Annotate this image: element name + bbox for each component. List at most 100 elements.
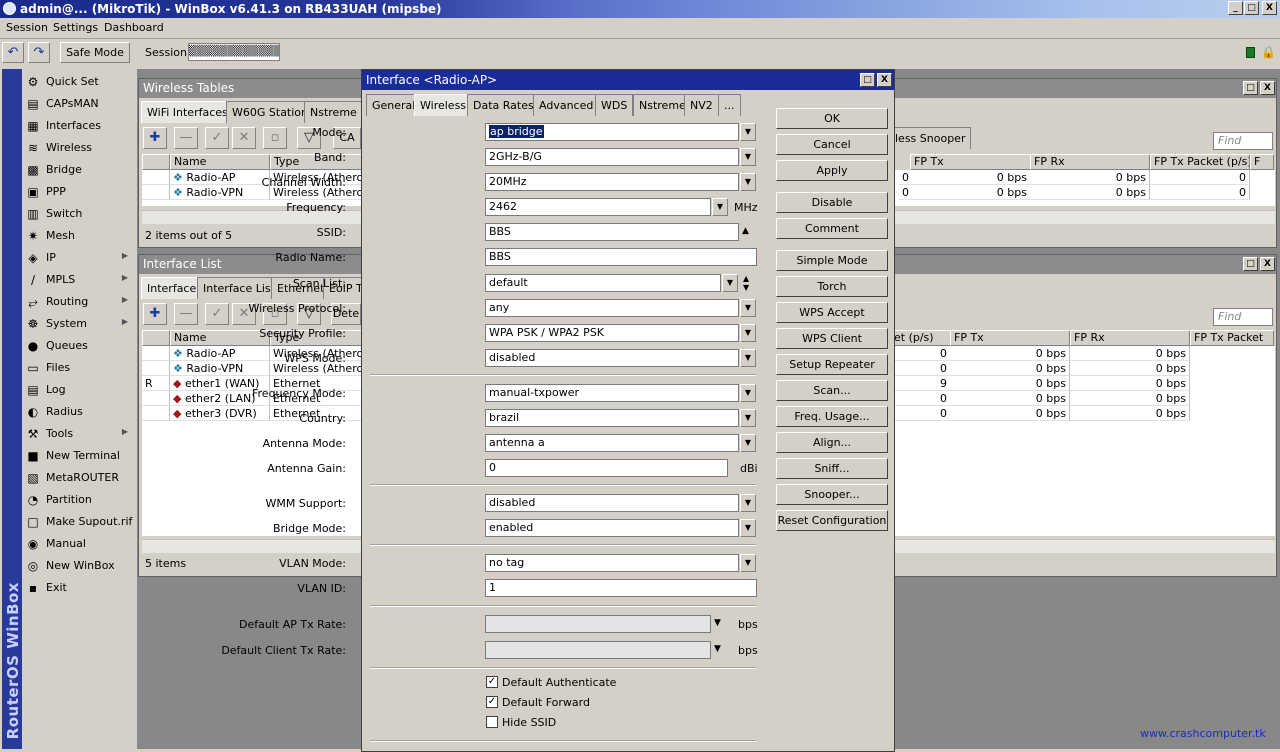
collapse-up-icon[interactable]: ▲ [742, 226, 749, 236]
dropdown-icon[interactable]: ▼ [714, 644, 721, 654]
col-fp-tx[interactable]: FP Tx [950, 330, 1070, 346]
sidebar-item-mpls[interactable]: ∕ MPLS ▶ [22, 269, 136, 291]
dropdown-icon[interactable]: ▼ [740, 434, 756, 452]
dropdown-icon[interactable]: ▼ [740, 324, 756, 342]
default-client-tx-rate-input[interactable] [485, 641, 711, 659]
wireless-tables-maximize-button[interactable]: □ [1243, 81, 1258, 95]
sniff-button[interactable]: Sniff... [776, 458, 888, 479]
hide-ssid-checkbox[interactable] [486, 716, 498, 728]
tab-more[interactable]: ... [718, 94, 741, 116]
wireless-protocol-select[interactable]: any [485, 299, 739, 317]
dialog-maximize-button[interactable]: □ [860, 73, 875, 87]
cancel-button[interactable]: Cancel [776, 134, 888, 155]
dropdown-icon[interactable]: ▼ [740, 173, 756, 191]
undo-icon[interactable]: ↶ [2, 42, 24, 63]
vlan-mode-select[interactable]: no tag [485, 554, 739, 572]
tab-w60g-station[interactable]: W60G Station [226, 101, 315, 123]
add-remove-icon[interactable]: ▲ ▼ [743, 274, 749, 292]
simple-mode-button[interactable]: Simple Mode [776, 250, 888, 271]
apply-button[interactable]: Apply [776, 160, 888, 181]
redo-icon[interactable]: ↷ [28, 42, 50, 63]
remove-icon[interactable]: — [174, 127, 198, 149]
sidebar-item-capsman[interactable]: ▤ CAPsMAN [22, 93, 136, 115]
bridge-mode-select[interactable]: enabled [485, 519, 739, 537]
dropdown-icon[interactable]: ▼ [740, 148, 756, 166]
sidebar-item-ip[interactable]: ◈ IP ▶ [22, 247, 136, 269]
sidebar-item-bridge[interactable]: ▩ Bridge [22, 159, 136, 181]
col-fp-rx[interactable]: FP Rx [1030, 154, 1150, 170]
antenna-mode-select[interactable]: antenna a [485, 434, 739, 452]
sidebar-item-make-supout-rif[interactable]: □ Make Supout.rif [22, 511, 136, 533]
dropdown-icon[interactable]: ▼ [740, 494, 756, 512]
interface-list-close-button[interactable]: X [1260, 257, 1275, 271]
dropdown-icon[interactable]: ▼ [740, 384, 756, 402]
dropdown-icon[interactable]: ▼ [740, 409, 756, 427]
menu-session[interactable]: Session [6, 21, 48, 34]
col-fp-tx-packet[interactable]: FP Tx Packet [1190, 330, 1274, 346]
default-ap-tx-rate-input[interactable] [485, 615, 711, 633]
dropdown-icon[interactable]: ▼ [740, 554, 756, 572]
col-fp-tx[interactable]: FP Tx [910, 154, 1031, 170]
dropdown-icon[interactable]: ▼ [714, 618, 721, 628]
dropdown-icon[interactable]: ▼ [740, 299, 756, 317]
safe-mode-button[interactable]: Safe Mode [60, 42, 130, 63]
sidebar-item-quick-set[interactable]: ⚙ Quick Set [22, 71, 136, 93]
tab-wireless-snooper[interactable]: less Snooper [889, 127, 972, 149]
sidebar-item-exit[interactable]: ▪ Exit [22, 577, 136, 599]
tab-wds[interactable]: WDS [595, 94, 634, 116]
dialog-close-button[interactable]: X [877, 73, 892, 87]
radio-name-input[interactable]: BBS [485, 248, 757, 266]
sidebar-item-metarouter[interactable]: ▧ MetaROUTER [22, 467, 136, 489]
freq-usage-button[interactable]: Freq. Usage... [776, 406, 888, 427]
dropdown-icon[interactable]: ▼ [740, 519, 756, 537]
minimize-button[interactable]: _ [1228, 1, 1243, 15]
band-select[interactable]: 2GHz-B/G [485, 148, 739, 166]
frequency-select[interactable]: 2462 [485, 198, 711, 216]
comment-button[interactable]: Comment [776, 218, 888, 239]
wps-accept-button[interactable]: WPS Accept [776, 302, 888, 323]
col-more[interactable]: F [1250, 154, 1274, 170]
sidebar-item-mesh[interactable]: ✷ Mesh [22, 225, 136, 247]
wps-client-button[interactable]: WPS Client [776, 328, 888, 349]
align-button[interactable]: Align... [776, 432, 888, 453]
sidebar-item-switch[interactable]: ▥ Switch [22, 203, 136, 225]
country-select[interactable]: brazil [485, 409, 739, 427]
dropdown-icon[interactable]: ▼ [740, 349, 756, 367]
tab-nv2[interactable]: NV2 [684, 94, 719, 116]
interface-find-input[interactable]: Find [1213, 308, 1273, 326]
sidebar-item-new-winbox[interactable]: ◎ New WinBox [22, 555, 136, 577]
default-authenticate-checkbox[interactable]: ✓ [486, 676, 498, 688]
snooper-button[interactable]: Snooper... [776, 484, 888, 505]
default-forward-checkbox[interactable]: ✓ [486, 696, 498, 708]
tab-wireless[interactable]: Wireless [414, 94, 473, 116]
menu-dashboard[interactable]: Dashboard [104, 21, 164, 34]
interface-list-maximize-button[interactable]: □ [1243, 257, 1258, 271]
tab-data-rates[interactable]: Data Rates [467, 94, 540, 116]
sidebar-item-queues[interactable]: ● Queues [22, 335, 136, 357]
channel-width-select[interactable]: 20MHz [485, 173, 739, 191]
sidebar-item-interfaces[interactable]: ▦ Interfaces [22, 115, 136, 137]
tab-interface[interactable]: Interface [141, 277, 203, 299]
reset-configuration-button[interactable]: Reset Configuration [776, 510, 888, 531]
add-icon[interactable]: ✚ [143, 127, 167, 149]
security-profile-select[interactable]: WPA PSK / WPA2 PSK [485, 324, 739, 342]
scan-button[interactable]: Scan... [776, 380, 888, 401]
remove-icon[interactable]: — [174, 303, 198, 325]
wps-mode-select[interactable]: disabled [485, 349, 739, 367]
sidebar-item-files[interactable]: ▭ Files [22, 357, 136, 379]
sidebar-item-log[interactable]: ▤ Log [22, 379, 136, 401]
tab-wifi-interfaces[interactable]: WiFi Interfaces [141, 101, 234, 123]
wmm-support-select[interactable]: disabled [485, 494, 739, 512]
tab-nstreme[interactable]: Nstreme [633, 94, 692, 116]
session-field[interactable]: ▒▒▒▒▒▒▒▒▒▒▒▒ [188, 43, 280, 61]
sidebar-item-routing[interactable]: ⥂ Routing ▶ [22, 291, 136, 313]
sidebar-item-wireless[interactable]: ≋ Wireless [22, 137, 136, 159]
frequency-mode-select[interactable]: manual-txpower [485, 384, 739, 402]
antenna-gain-input[interactable]: 0 [485, 459, 728, 477]
mode-select[interactable]: ap bridge [485, 123, 739, 141]
menu-settings[interactable]: Settings [53, 21, 98, 34]
wireless-find-input[interactable]: Find [1213, 132, 1273, 150]
sidebar-item-new-terminal[interactable]: ■ New Terminal [22, 445, 136, 467]
disable-button[interactable]: Disable [776, 192, 888, 213]
tab-advanced[interactable]: Advanced [533, 94, 600, 116]
